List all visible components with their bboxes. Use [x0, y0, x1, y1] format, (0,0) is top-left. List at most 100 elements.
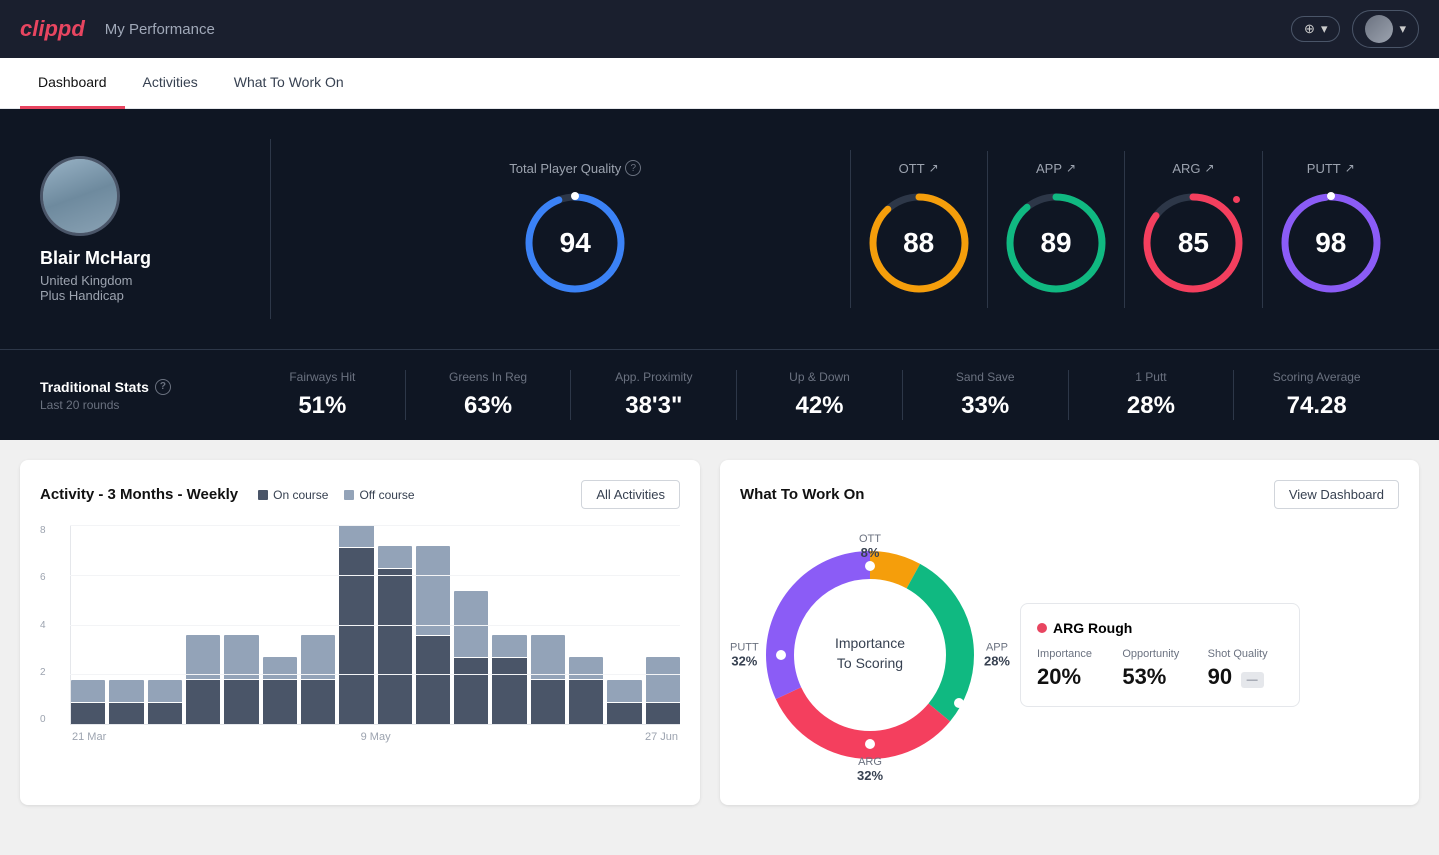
avatar-image	[43, 156, 117, 236]
proximity-label: App. Proximity	[615, 370, 692, 384]
bar-on-15	[646, 703, 680, 725]
player-country: United Kingdom	[40, 273, 133, 288]
score-panel-app: APP ↗ 89	[988, 151, 1125, 308]
traditional-stats: Traditional Stats ? Last 20 rounds Fairw…	[0, 349, 1439, 440]
updown-label: Up & Down	[789, 370, 850, 384]
bar-on-7	[339, 548, 373, 725]
1putt-label: 1 Putt	[1135, 370, 1166, 384]
greens-label: Greens In Reg	[449, 370, 527, 384]
info-icon[interactable]: ?	[625, 160, 641, 176]
1putt-value: 28%	[1127, 392, 1175, 420]
player-avatar	[40, 156, 120, 236]
bar-group-0	[71, 525, 105, 725]
vertical-divider	[270, 139, 271, 319]
activity-panel-header: Activity - 3 Months - Weekly On course O…	[40, 480, 680, 509]
fairways-label: Fairways Hit	[289, 370, 355, 384]
total-quality-circle: 94	[520, 188, 630, 298]
trad-stats-grid: Fairways Hit 51% Greens In Reg 63% App. …	[240, 370, 1399, 420]
bar-off-5	[263, 657, 297, 679]
bar-off-0	[71, 680, 105, 702]
putt-segment-dot	[776, 650, 786, 660]
player-handicap: Plus Handicap	[40, 288, 124, 303]
tab-activities[interactable]: Activities	[125, 58, 216, 109]
bar-on-12	[531, 680, 565, 725]
arg-segment-dot	[865, 739, 875, 749]
bar-off-10	[454, 591, 488, 657]
bar-group-7	[339, 525, 373, 725]
bar-off-15	[646, 657, 680, 702]
plus-icon: ⊕	[1304, 21, 1315, 37]
y-label-2: 2	[40, 667, 46, 678]
x-axis: 21 Mar 9 May 27 Jun	[70, 731, 680, 743]
donut-center-text2: To Scoring	[837, 655, 903, 671]
bar-on-0	[71, 703, 105, 725]
activity-title: Activity - 3 Months - Weekly	[40, 486, 238, 503]
stat-greens: Greens In Reg 63%	[406, 370, 572, 420]
header-left: clippd My Performance	[20, 16, 215, 42]
putt-value: 98	[1315, 227, 1346, 259]
bar-group-6	[301, 525, 335, 725]
scoring-label: Scoring Average	[1273, 370, 1361, 384]
user-chevron-icon: ▾	[1399, 21, 1406, 37]
bottom-panels: Activity - 3 Months - Weekly On course O…	[0, 440, 1439, 825]
stats-banner: Blair McHarg United Kingdom Plus Handica…	[0, 109, 1439, 349]
bar-group-4	[224, 525, 258, 725]
arg-label: ARG 32%	[857, 756, 883, 783]
tabs-bar: Dashboard Activities What To Work On	[0, 58, 1439, 109]
wtwon-header: What To Work On View Dashboard	[740, 480, 1399, 509]
y-label-0: 0	[40, 714, 46, 725]
importance-item: Importance 20%	[1037, 648, 1112, 690]
bar-group-12	[531, 525, 565, 725]
on-course-dot	[258, 490, 268, 500]
off-course-dot	[344, 490, 354, 500]
ott-segment-dot	[865, 561, 875, 571]
bar-group-5	[263, 525, 297, 725]
bar-group-2	[148, 525, 182, 725]
tab-dashboard[interactable]: Dashboard	[20, 58, 125, 109]
donut-container: Importance To Scoring OTT 8% APP 28%	[740, 525, 1000, 785]
stat-sandsave: Sand Save 33%	[903, 370, 1069, 420]
trad-info-icon[interactable]: ?	[155, 379, 171, 395]
stat-1putt: 1 Putt 28%	[1069, 370, 1235, 420]
bar-group-13	[569, 525, 603, 725]
view-dashboard-button[interactable]: View Dashboard	[1274, 480, 1399, 509]
y-axis: 8 6 4 2 0	[40, 525, 46, 725]
shot-quality-value: 90	[1208, 664, 1232, 689]
all-activities-button[interactable]: All Activities	[581, 480, 680, 509]
putt-circle: 98	[1276, 188, 1386, 298]
putt-trend-icon: ↗	[1345, 161, 1355, 175]
score-panel-total: Total Player Quality ? 94	[301, 150, 851, 308]
greens-value: 63%	[464, 392, 512, 420]
stat-updown: Up & Down 42%	[737, 370, 903, 420]
add-button[interactable]: ⊕ ▾	[1291, 16, 1340, 42]
bar-on-6	[301, 680, 335, 725]
legend-on-course: On course	[258, 488, 328, 502]
total-quality-value: 94	[560, 227, 591, 259]
header: clippd My Performance ⊕ ▾ ▾	[0, 0, 1439, 58]
detail-dot	[1037, 623, 1047, 633]
detail-grid: Importance 20% Opportunity 53% Shot Qual…	[1037, 648, 1283, 690]
bar-group-10	[454, 525, 488, 725]
sandsave-value: 33%	[961, 392, 1009, 420]
user-menu-button[interactable]: ▾	[1352, 10, 1419, 48]
opportunity-value: 53%	[1122, 664, 1166, 689]
detail-card: ARG Rough Importance 20% Opportunity 53%…	[1020, 603, 1300, 707]
score-panel-arg: ARG ↗ 85	[1125, 151, 1262, 308]
trad-label-section: Traditional Stats ? Last 20 rounds	[40, 379, 220, 412]
bar-off-3	[186, 635, 220, 679]
importance-value: 20%	[1037, 664, 1081, 689]
shot-quality-item: Shot Quality 90 —	[1208, 648, 1283, 690]
header-right: ⊕ ▾ ▾	[1291, 10, 1419, 48]
bar-on-14	[607, 703, 641, 725]
x-label-mar: 21 Mar	[72, 731, 106, 743]
tab-what-to-work-on[interactable]: What To Work On	[216, 58, 362, 109]
bar-on-3	[186, 680, 220, 725]
bar-off-7	[339, 525, 373, 547]
bar-on-11	[492, 658, 526, 725]
bar-on-2	[148, 703, 182, 725]
app-segment-dot	[954, 698, 964, 708]
y-label-6: 6	[40, 572, 46, 583]
bar-off-12	[531, 635, 565, 679]
bar-off-14	[607, 680, 641, 702]
bar-off-4	[224, 635, 258, 679]
